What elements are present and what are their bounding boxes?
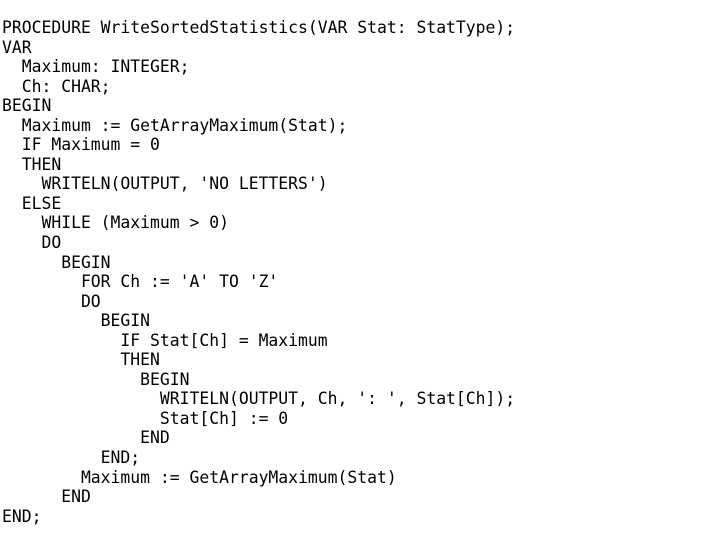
code-line: ELSE [2, 193, 62, 213]
code-listing: PROCEDURE WriteSortedStatistics(VAR Stat… [0, 0, 720, 540]
code-line: BEGIN [2, 96, 52, 116]
code-line: END [2, 487, 91, 507]
code-line: FOR Ch := 'A' TO 'Z' [2, 272, 279, 292]
code-line: BEGIN [2, 311, 151, 331]
code-line: IF Stat[Ch] = Maximum [2, 330, 328, 350]
code-line: WRITELN(OUTPUT, Ch, ': ', Stat[Ch]); [2, 389, 516, 409]
code-line: Stat[Ch] := 0 [2, 408, 289, 428]
code-line: THEN [2, 350, 160, 370]
code-line: DO [2, 291, 101, 311]
code-line: WHILE (Maximum > 0) [2, 213, 229, 233]
code-line: BEGIN [2, 369, 190, 389]
code-line: END [2, 428, 170, 448]
code-line: Maximum := GetArrayMaximum(Stat) [2, 467, 397, 487]
code-line: Maximum: INTEGER; [2, 57, 190, 77]
code-line: END; [2, 506, 42, 526]
code-line: PROCEDURE WriteSortedStatistics(VAR Stat… [2, 18, 516, 37]
code-line: VAR [2, 37, 32, 57]
code-line: BEGIN [2, 252, 111, 272]
code-line: IF Maximum = 0 [2, 135, 160, 155]
code-line: WRITELN(OUTPUT, 'NO LETTERS') [2, 174, 328, 194]
code-line: Ch: CHAR; [2, 76, 111, 96]
code-line: DO [2, 233, 62, 253]
code-line: Maximum := GetArrayMaximum(Stat); [2, 115, 348, 135]
code-line: THEN [2, 154, 62, 174]
code-line: END; [2, 448, 141, 468]
